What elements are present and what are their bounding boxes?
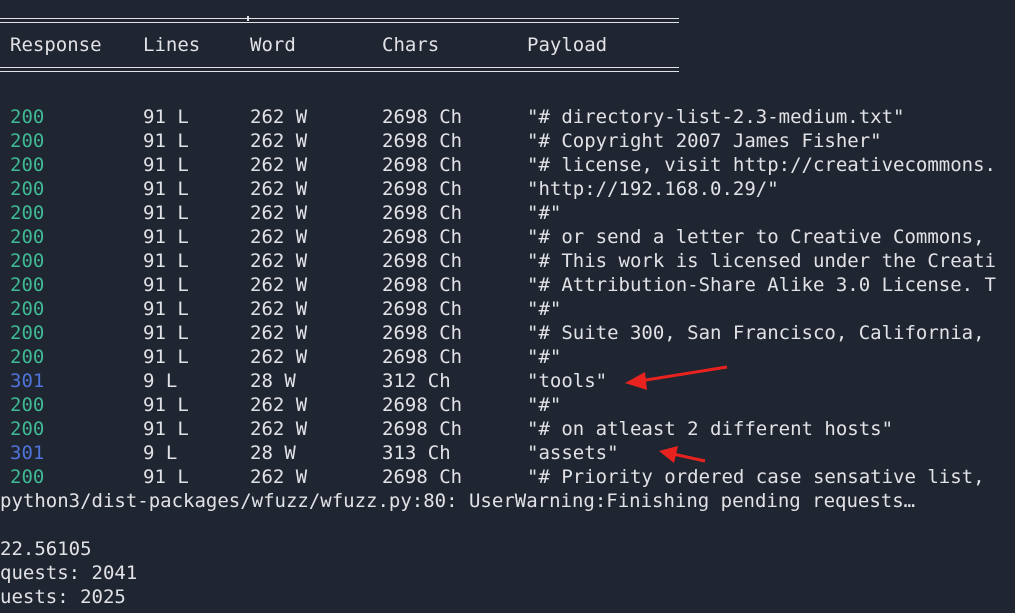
filtered-requests-line: uests: 2025: [0, 586, 126, 608]
line-count: 91 L: [143, 130, 189, 152]
line-count: 91 L: [143, 178, 189, 200]
line-count: 9 L: [143, 370, 178, 392]
char-count: 2698 Ch: [382, 178, 463, 200]
word-count: 262 W: [250, 250, 308, 272]
line-count: 91 L: [143, 322, 189, 344]
word-count: 28 W: [250, 442, 296, 464]
status-code: 200: [10, 346, 45, 368]
line-count: 91 L: [143, 394, 189, 416]
col-header-word: Word: [250, 34, 296, 56]
payload: "#": [527, 202, 562, 224]
payload: "# on atleast 2 different hosts": [527, 418, 894, 440]
line-count: 91 L: [143, 250, 189, 272]
red-arrow-assets-icon: [659, 446, 706, 463]
payload: "# Priority ordered case sensative list,: [527, 466, 985, 488]
status-code: 200: [10, 394, 45, 416]
status-code: 200: [10, 130, 45, 152]
red-arrow-tools-icon: [625, 365, 728, 390]
word-count: 262 W: [250, 466, 308, 488]
char-count: 2698 Ch: [382, 202, 463, 224]
char-count: 313 Ch: [382, 442, 451, 464]
line-count: 91 L: [143, 346, 189, 368]
word-count: 262 W: [250, 274, 308, 296]
char-count: 2698 Ch: [382, 346, 463, 368]
line-count: 9 L: [143, 442, 178, 464]
char-count: 2698 Ch: [382, 298, 463, 320]
char-count: 2698 Ch: [382, 274, 463, 296]
status-code: 301: [10, 442, 45, 464]
payload: "tools": [527, 370, 608, 392]
word-count: 262 W: [250, 298, 308, 320]
line-count: 91 L: [143, 274, 189, 296]
payload: "# or send a letter to Creative Commons,: [527, 226, 985, 248]
warning-line: python3/dist-packages/wfuzz/wfuzz.py:80:…: [0, 490, 916, 512]
char-count: 2698 Ch: [382, 130, 463, 152]
terminal-output: Response Lines Word Chars Payload 200 91 …: [0, 0, 1015, 613]
line-count: 91 L: [143, 154, 189, 176]
char-count: 2698 Ch: [382, 466, 463, 488]
processed-requests-line: quests: 2041: [0, 562, 138, 584]
payload: "# license, visit http://creativecommons…: [527, 154, 996, 176]
payload: "# Attribution-Share Alike 3.0 License. …: [527, 274, 996, 296]
line-count: 91 L: [143, 466, 189, 488]
word-count: 262 W: [250, 178, 308, 200]
column-separator-tick: [247, 16, 249, 21]
payload: "# directory-list-2.3-medium.txt": [527, 106, 905, 128]
col-header-payload: Payload: [527, 34, 608, 56]
word-count: 28 W: [250, 370, 296, 392]
payload: "# Suite 300, San Francisco, California,: [527, 322, 985, 344]
line-count: 91 L: [143, 106, 189, 128]
line-count: 91 L: [143, 202, 189, 224]
status-code: 200: [10, 322, 45, 344]
header-rule-top: [0, 18, 679, 23]
col-header-lines: Lines: [143, 34, 201, 56]
col-header-chars: Chars: [382, 34, 440, 56]
status-code: 200: [10, 154, 45, 176]
word-count: 262 W: [250, 322, 308, 344]
status-code: 200: [10, 106, 45, 128]
char-count: 2698 Ch: [382, 106, 463, 128]
payload: "#": [527, 298, 562, 320]
status-code: 200: [10, 178, 45, 200]
word-count: 262 W: [250, 154, 308, 176]
status-code: 200: [10, 250, 45, 272]
payload: "http://192.168.0.29/": [527, 178, 779, 200]
payload: "assets": [527, 442, 619, 464]
char-count: 2698 Ch: [382, 154, 463, 176]
char-count: 2698 Ch: [382, 322, 463, 344]
payload: "#": [527, 394, 562, 416]
line-count: 91 L: [143, 298, 189, 320]
word-count: 262 W: [250, 130, 308, 152]
char-count: 2698 Ch: [382, 250, 463, 272]
status-code: 200: [10, 466, 45, 488]
total-time-line: 22.56105: [0, 538, 92, 560]
status-code: 200: [10, 418, 45, 440]
payload: "# This work is licensed under the Creat…: [527, 250, 996, 272]
status-code: 200: [10, 274, 45, 296]
status-code: 200: [10, 202, 45, 224]
char-count: 312 Ch: [382, 370, 451, 392]
word-count: 262 W: [250, 394, 308, 416]
char-count: 2698 Ch: [382, 418, 463, 440]
status-code: 301: [10, 370, 45, 392]
status-code: 200: [10, 226, 45, 248]
header-rule-bottom: [0, 67, 679, 72]
results-header: Response Lines Word Chars Payload: [0, 33, 607, 57]
payload: "# Copyright 2007 James Fisher": [527, 130, 882, 152]
char-count: 2698 Ch: [382, 394, 463, 416]
word-count: 262 W: [250, 418, 308, 440]
status-code: 200: [10, 298, 45, 320]
word-count: 262 W: [250, 106, 308, 128]
col-header-response: Response: [10, 34, 102, 56]
payload: "#": [527, 346, 562, 368]
word-count: 262 W: [250, 202, 308, 224]
char-count: 2698 Ch: [382, 226, 463, 248]
word-count: 262 W: [250, 346, 308, 368]
line-count: 91 L: [143, 226, 189, 248]
line-count: 91 L: [143, 418, 189, 440]
word-count: 262 W: [250, 226, 308, 248]
